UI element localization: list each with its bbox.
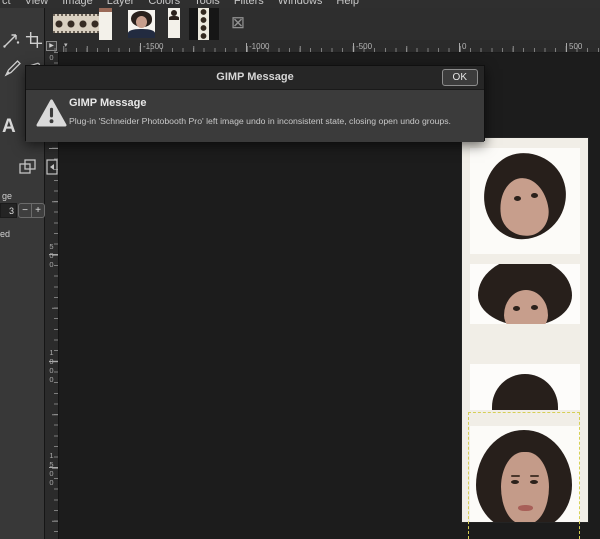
ruler-label: 1000 (47, 348, 56, 384)
tool-option-label-bottom: ed (0, 229, 11, 239)
ruler-major-tick (246, 43, 247, 52)
photo-eye-shape (531, 193, 538, 198)
menu-item-filters[interactable]: Filters (234, 0, 264, 7)
tab-portrait-photo[interactable] (128, 10, 155, 38)
ruler-major-tick (459, 43, 460, 52)
text-tool-icon[interactable]: A (2, 116, 16, 138)
dialog-message: Plug-in 'Schneider Photobooth Pro' left … (69, 116, 451, 126)
horizontal-ruler[interactable]: ▶ ▾ -1500 -1000 -500 0 500 (44, 40, 600, 53)
paintbrush-tool-icon[interactable] (3, 58, 23, 78)
ruler-label: 500 (47, 242, 56, 269)
photo-hair-shape (492, 374, 558, 410)
ruler-medium-ticks (44, 46, 600, 52)
ruler-label: -1500 (143, 42, 164, 51)
photo-frame-2 (470, 264, 580, 324)
menu-item-windows[interactable]: Windows (278, 0, 323, 7)
image-tab-bar: ⊠ (44, 7, 600, 41)
menu-item-tools[interactable]: Tools (194, 0, 220, 7)
spin-decrement-button[interactable]: − (18, 203, 32, 218)
tab-photobooth-strip-horizontal[interactable] (53, 14, 103, 33)
photo-eye-shape (513, 306, 520, 311)
menu-item-view[interactable]: View (25, 0, 49, 7)
ruler-label: -500 (356, 42, 373, 51)
dock-arrow-icon[interactable] (46, 159, 58, 175)
ruler-label: 0 (462, 42, 467, 51)
ruler-label: 1500 (47, 451, 56, 487)
ruler-label: 500 (569, 42, 583, 51)
tab-strip-on-dark[interactable] (189, 8, 219, 40)
closed-image-box-icon[interactable]: ⊠ (227, 12, 249, 34)
menu-item-image[interactable]: Image (62, 0, 93, 7)
thumb-vertical-strip (198, 8, 209, 40)
photo-eye-shape (514, 196, 521, 201)
ruler-label: -1000 (249, 42, 270, 51)
menu-item-colors[interactable]: Colors (148, 0, 180, 7)
dialog-body: GIMP Message Plug-in 'Schneider Photoboo… (26, 90, 484, 142)
duplicate-icon[interactable] (18, 158, 38, 176)
tab-blank-strip[interactable] (99, 7, 112, 40)
ruler-major-tick (140, 43, 141, 52)
spin-value-field[interactable]: 3 (0, 203, 17, 218)
ruler-label: 0 (47, 53, 56, 62)
photo-eye-shape (531, 305, 538, 310)
move-tool-icon[interactable] (1, 30, 21, 50)
photo-frame-1 (470, 148, 580, 254)
photo-frame-3 (470, 364, 580, 410)
thumb-face-shape (136, 16, 147, 28)
thumb-shoulders-shape (169, 16, 179, 20)
gimp-window: ct View Image Layer Colors Tools Filters… (0, 0, 600, 539)
gimp-message-dialog: GIMP Message OK GIMP Message Plug-in 'Sc… (25, 65, 485, 142)
tool-option-label-top: ge (2, 191, 13, 201)
warning-triangle-icon (36, 99, 67, 128)
menu-item-select-partial[interactable]: ct (2, 0, 11, 7)
dialog-title-bar[interactable]: GIMP Message OK (26, 66, 484, 90)
thumb-shirt-shape (128, 29, 155, 38)
tab-narrow-strip[interactable] (168, 8, 180, 38)
ruler-major-tick (353, 43, 354, 52)
ok-button[interactable]: OK (441, 69, 478, 86)
selection-marching-ants[interactable] (468, 412, 580, 539)
ruler-major-tick (49, 148, 58, 149)
dialog-title: GIMP Message (216, 71, 294, 83)
spin-increment-button[interactable]: + (31, 203, 45, 218)
menu-items: ct View Image Layer Colors Tools Filters… (2, 0, 600, 7)
menu-item-layer[interactable]: Layer (107, 0, 135, 7)
menu-item-help[interactable]: Help (336, 0, 359, 7)
dialog-heading: GIMP Message (69, 97, 147, 109)
menu-bar: ct View Image Layer Colors Tools Filters… (0, 0, 600, 8)
crop-tool-icon[interactable] (25, 31, 43, 49)
ruler-major-tick (566, 43, 567, 52)
